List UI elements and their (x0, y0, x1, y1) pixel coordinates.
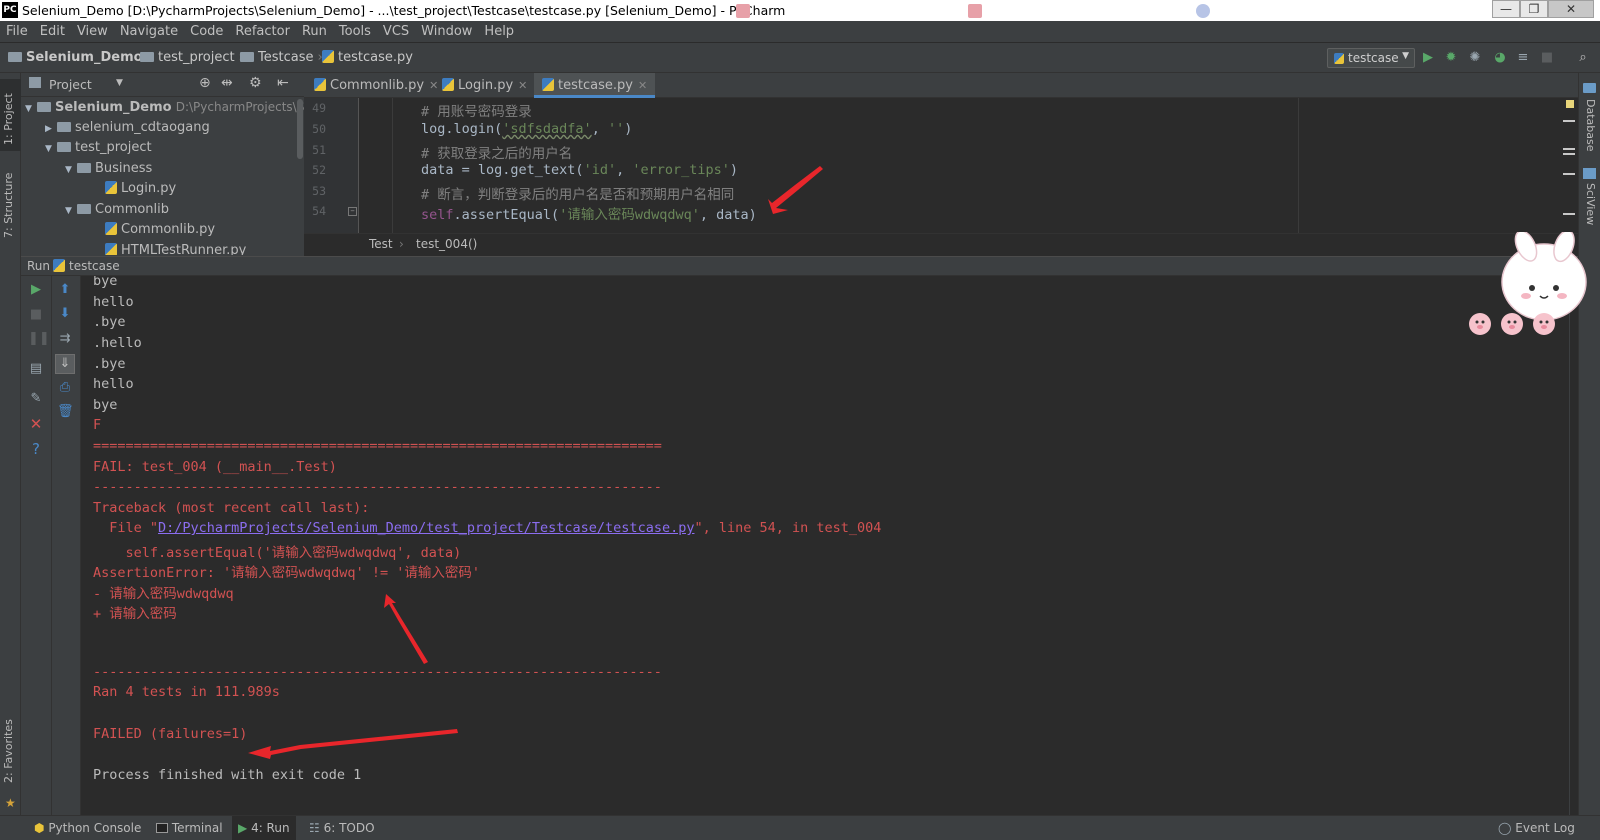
annotation-arrow (248, 729, 458, 759)
cartoon-bunny-sticker (1469, 232, 1587, 335)
annotation-arrow (384, 594, 428, 664)
annotation-arrow (768, 166, 823, 214)
annotation-arrows (248, 166, 823, 759)
